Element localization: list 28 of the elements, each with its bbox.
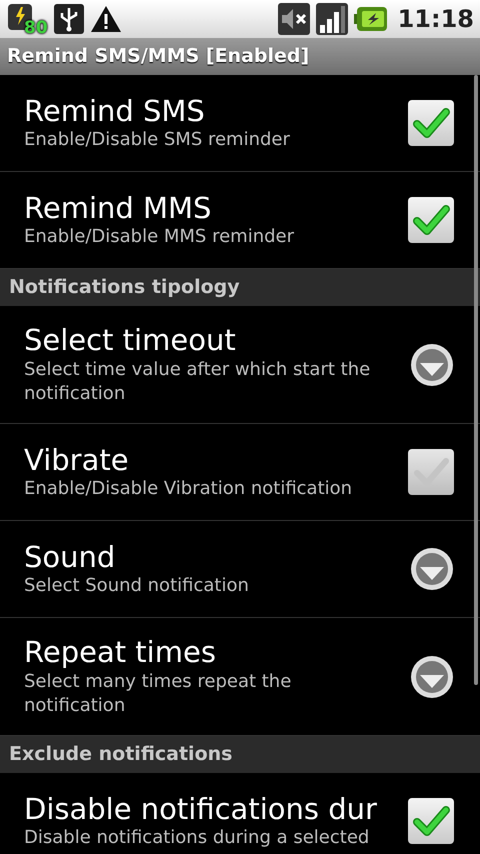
clock: 11:18 bbox=[398, 4, 474, 35]
preference-title[interactable]: Remind MMS bbox=[24, 190, 212, 226]
preference-title[interactable]: Vibrate bbox=[24, 442, 129, 478]
warning-icon bbox=[90, 4, 122, 34]
preference-title[interactable]: Repeat times bbox=[24, 635, 216, 670]
preference-title[interactable]: Sound bbox=[24, 540, 116, 574]
checkbox[interactable] bbox=[408, 100, 454, 146]
battery-charging-icon bbox=[354, 6, 388, 32]
preference-summary: Disable notifications during a selected bbox=[24, 826, 370, 850]
signal-icon bbox=[316, 3, 348, 35]
checkbox[interactable] bbox=[408, 197, 454, 243]
preference-summary: Enable/Disable SMS reminder bbox=[24, 128, 290, 152]
mute-icon bbox=[278, 3, 310, 35]
preference-title[interactable]: Remind SMS bbox=[24, 94, 205, 128]
screen-title: Remind SMS/MMS [Enabled] bbox=[7, 44, 310, 70]
preference-summary: Select Sound notification bbox=[24, 574, 249, 598]
preference-summary: Enable/Disable MMS reminder bbox=[24, 225, 294, 250]
battery-level-text: 80 bbox=[24, 20, 48, 36]
preference-title[interactable]: Select timeout bbox=[24, 323, 236, 358]
usb-icon bbox=[54, 4, 84, 34]
section-header: Exclude notifications bbox=[9, 742, 232, 768]
checkbox[interactable] bbox=[408, 449, 454, 495]
checkbox[interactable] bbox=[408, 798, 454, 844]
preference-title[interactable]: Disable notifications dur bbox=[24, 792, 377, 826]
preference-summary: Enable/Disable Vibration notification bbox=[24, 477, 352, 502]
section-header: Notifications tipology bbox=[9, 275, 240, 300]
preference-summary: Select time value after which start the notification bbox=[24, 358, 372, 406]
preference-summary: Select many times repeat the notification bbox=[24, 670, 292, 718]
